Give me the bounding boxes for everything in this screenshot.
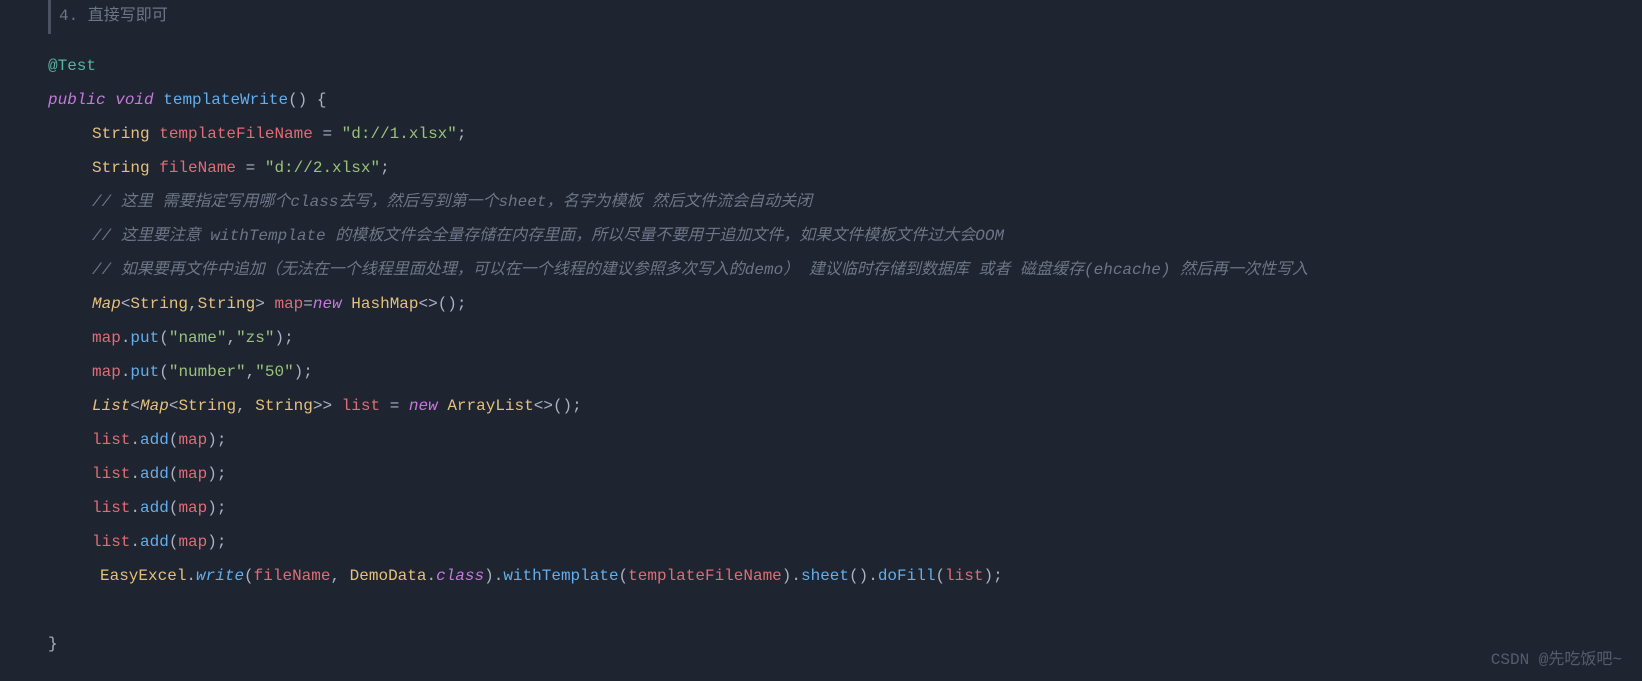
map-put-name: map.put("name","zs"); — [0, 322, 1642, 356]
test-annotation: @Test — [48, 50, 96, 84]
comment-line-2: // 这里要注意 withTemplate 的模板文件会全量存储在内存里面，所以… — [0, 220, 1642, 254]
comment-line-3: // 如果要再文件中追加（无法在一个线程里面处理，可以在一个线程的建议参照多次写… — [0, 254, 1642, 288]
list-add-2: list.add(map); — [0, 458, 1642, 492]
list-declaration: List<Map<String, String>> list = new Arr… — [0, 390, 1642, 424]
csdn-watermark: CSDN @先吃饭吧~ — [1491, 645, 1622, 669]
list-add-3: list.add(map); — [0, 492, 1642, 526]
easyexcel-write-line: EasyExcel.write(fileName, DemoData.class… — [0, 560, 1642, 594]
comment-line-1: // 这里 需要指定写用哪个class去写，然后写到第一个sheet，名字为模板… — [0, 186, 1642, 220]
map-put-number: map.put("number","50"); — [0, 356, 1642, 390]
method-signature: public void templateWrite() { — [0, 84, 1642, 118]
header-comment: 4. 直接写即可 — [59, 7, 168, 25]
list-add-4: list.add(map); — [0, 526, 1642, 560]
map-declaration: Map<String,String> map=new HashMap<>(); — [0, 288, 1642, 322]
header-comment-block: 4. 直接写即可 — [48, 0, 1642, 34]
template-filename-line: String templateFileName = "d://1.xlsx"; — [0, 118, 1642, 152]
close-brace-line: } — [0, 628, 1642, 662]
code-editor[interactable]: 4. 直接写即可 @Test public void templateWrite… — [0, 0, 1642, 662]
filename-line: String fileName = "d://2.xlsx"; — [0, 152, 1642, 186]
list-add-1: list.add(map); — [0, 424, 1642, 458]
annotation-line: @Test — [0, 50, 1642, 84]
